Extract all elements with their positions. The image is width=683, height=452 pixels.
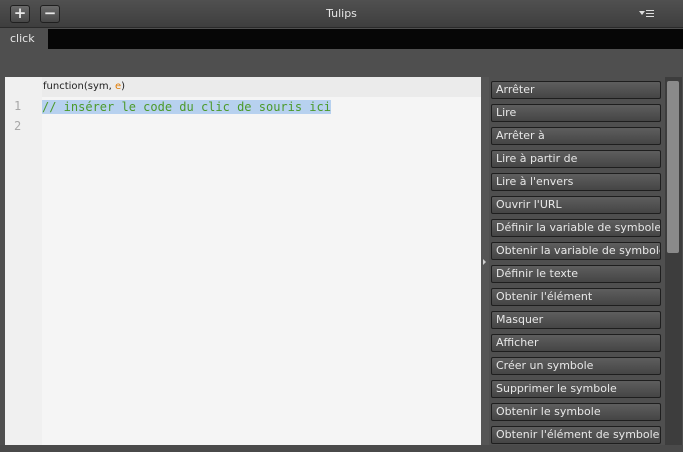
snippet-get-element-button[interactable]: Obtenir l'élément <box>491 288 661 306</box>
snippet-play-button[interactable]: Lire <box>491 104 661 122</box>
snippet-create-symbol-button[interactable]: Créer un symbole <box>491 357 661 375</box>
snippet-play-reverse-button[interactable]: Lire à l'envers <box>491 173 661 191</box>
line-number: 2 <box>14 119 22 133</box>
snippet-open-url-button[interactable]: Ouvrir l'URL <box>491 196 661 214</box>
panel-menu-icon[interactable] <box>639 9 654 19</box>
snippet-delete-symbol-button[interactable]: Supprimer le symbole <box>491 380 661 398</box>
title-bar: + − Tulips <box>0 0 683 28</box>
code-editor[interactable]: function(sym, e) 1 2 // insérer le code … <box>5 77 482 445</box>
snippet-set-text-button[interactable]: Définir le texte <box>491 265 661 283</box>
snippet-play-from-button[interactable]: Lire à partir de <box>491 150 661 168</box>
snippet-stop-at-button[interactable]: Arrêter à <box>491 127 661 145</box>
code-comment[interactable]: // insérer le code du clic de souris ici <box>42 100 331 114</box>
snippet-scrollbar[interactable] <box>665 77 682 445</box>
snippet-get-symbol-element-button[interactable]: Obtenir l'élément de symbole <box>491 426 661 444</box>
bottom-edge <box>0 445 683 452</box>
snippet-set-symbol-variable-button[interactable]: Définir la variable de symbole <box>491 219 661 237</box>
collapse-arrow-icon[interactable] <box>483 259 486 265</box>
snippet-hide-button[interactable]: Masquer <box>491 311 661 329</box>
snippet-show-button[interactable]: Afficher <box>491 334 661 352</box>
signature-suffix: ) <box>121 81 126 92</box>
snippet-list: Arrêter Lire Arrêter à Lire à partir de … <box>489 77 665 445</box>
tab-click[interactable]: click <box>0 29 48 49</box>
tab-strip <box>48 29 683 49</box>
snippet-get-symbol-variable-button[interactable]: Obtenir la variable de symbole <box>491 242 661 260</box>
line-gutter <box>5 77 42 445</box>
code-line[interactable]: // insérer le code du clic de souris ici <box>42 98 331 116</box>
panel-splitter[interactable] <box>481 77 489 445</box>
window-title: Tulips <box>326 7 357 20</box>
snippet-get-symbol-button[interactable]: Obtenir le symbole <box>491 403 661 421</box>
snippet-stop-button[interactable]: Arrêter <box>491 81 661 99</box>
signature-prefix: function(sym, <box>43 81 115 92</box>
scrollbar-thumb[interactable] <box>667 81 679 253</box>
line-number: 1 <box>14 99 22 113</box>
function-signature: function(sym, e) <box>42 77 482 97</box>
